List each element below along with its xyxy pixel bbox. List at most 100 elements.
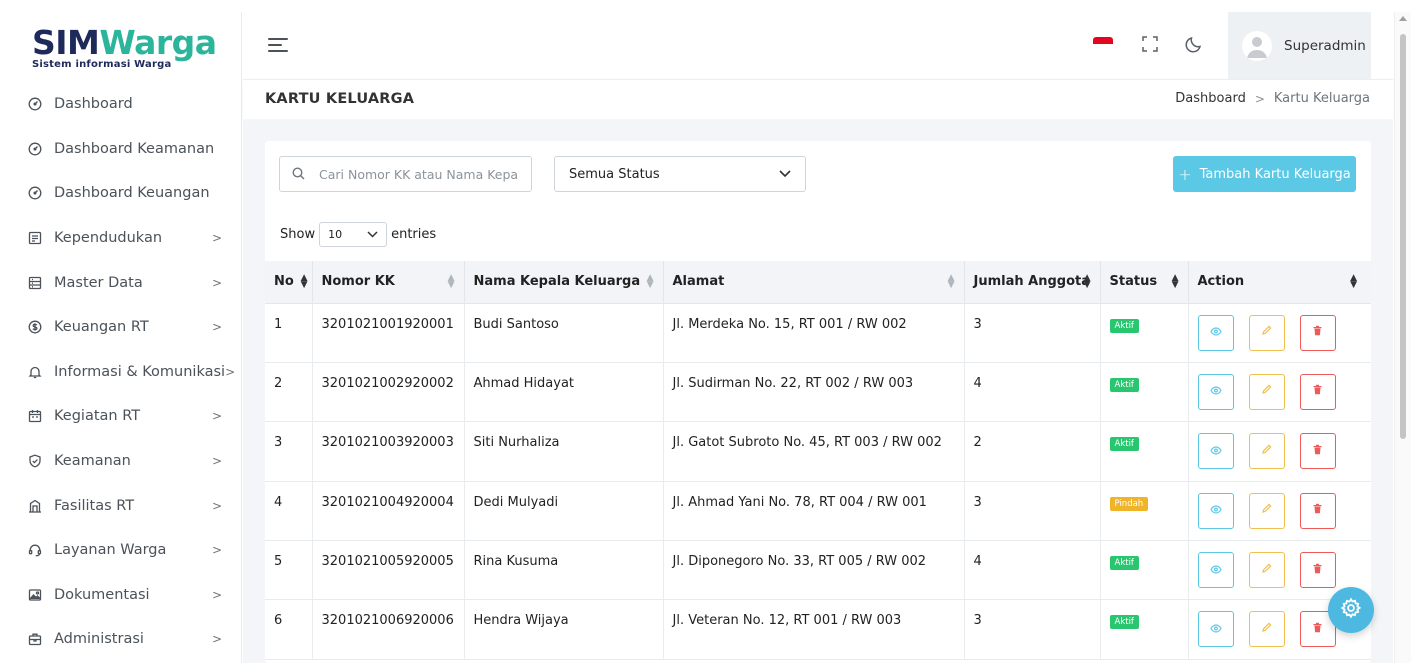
eye-icon [1209,384,1222,399]
status-badge: Aktif [1109,377,1139,392]
delete-button[interactable] [1299,314,1336,351]
cell-nama-kepala: Dedi Mulyadi [464,481,664,542]
col-header-action[interactable]: Action ▲ ▼ [1188,261,1371,304]
chevron-right-icon: > [211,409,222,424]
cell-jumlah-anggota: 4 [964,362,1101,423]
sidebar-item-kependudukan[interactable]: Kependudukan > [0,216,242,261]
chevron-down-icon [367,228,378,241]
page-scrollbar[interactable] [1394,12,1411,663]
chevron-right-icon: > [211,454,222,469]
sidebar-item-label: Keamanan [54,453,131,470]
app-logo[interactable]: SIMWarga Sistem informasi Warga [32,26,217,70]
delete-button[interactable] [1299,492,1336,529]
search-input[interactable] [319,166,519,182]
sidebar-item-dashboard-keamanan[interactable]: Dashboard Keamanan [0,127,242,172]
support-icon [28,543,42,557]
view-button[interactable] [1197,373,1234,410]
database-icon [28,276,42,290]
edit-button[interactable] [1248,492,1285,529]
sidebar-item-fasilitas-rt[interactable]: Fasilitas RT > [0,483,242,528]
sidebar-item-label: Fasilitas RT [54,497,135,514]
cell-nama-kepala: Rina Kusuma [464,540,664,601]
cell-nomor-kk: 3201021006920006 [312,599,465,660]
show-label: Show [280,227,316,242]
status-filter-select[interactable]: Semua Status [554,156,806,192]
logo-wordmark: SIMWarga [32,23,217,62]
sidebar-item-dashboard-keuangan[interactable]: Dashboard Keuangan [0,171,242,216]
scroll-up-arrow[interactable] [1399,16,1407,21]
delete-button[interactable] [1299,552,1336,589]
sidebar-item-keuangan-rt[interactable]: Keuangan RT > [0,305,242,350]
pencil-icon [1261,503,1272,518]
chevron-down-icon [779,167,791,182]
col-header-jumlah[interactable]: Jumlah Anggota ▲ ▼ [964,261,1101,304]
fullscreen-icon[interactable] [1140,34,1160,54]
view-button[interactable] [1197,611,1234,648]
add-family-card-button[interactable]: + Tambah Kartu Keluarga [1173,156,1356,192]
trash-icon [1312,622,1323,637]
view-button[interactable] [1197,492,1234,529]
language-flag-icon[interactable] [1093,37,1113,51]
edit-button[interactable] [1248,373,1285,410]
table-header-row: No ▲ ▼ Nomor KK ▲ ▼ Nama Kepala Keluarga ▲ ▼ A… [265,261,1371,304]
view-button[interactable] [1197,433,1234,470]
cell-alamat: Jl. Merdeka No. 15, RT 001 / RW 002 [663,303,965,363]
user-menu[interactable]: Superadmin [1228,12,1371,79]
sidebar-item-dashboard[interactable]: Dashboard [0,82,242,127]
sidebar-item-informasi-komunikasi[interactable]: Informasi & Komunikasi > [0,350,242,395]
cell-nama-kepala: Siti Nurhaliza [464,421,664,482]
table-row[interactable]: 3 3201021003920003 Siti Nurhaliza Jl. Gatot… [265,421,1371,482]
cell-status: Aktif [1100,362,1189,423]
cell-status: Pindah [1100,481,1189,542]
col-header-alamat[interactable]: Alamat ▲ ▼ [663,261,965,304]
menu-toggle-icon[interactable] [268,38,288,56]
delete-button[interactable] [1299,433,1336,470]
breadcrumb-home[interactable]: Dashboard [1175,91,1246,106]
pencil-icon [1261,384,1272,399]
cell-action [1188,481,1371,542]
edit-button[interactable] [1248,552,1285,589]
delete-button[interactable] [1299,373,1336,410]
search-box[interactable] [279,156,532,192]
table-row[interactable]: 1 3201021001920001 Budi Santoso Jl. Merdeka… [265,303,1371,363]
eye-icon [1209,444,1222,459]
sidebar-item-administrasi[interactable]: Administrasi > [0,617,242,662]
window-top-edge [0,0,1411,12]
table-row[interactable]: 4 3201021004920004 Dedi Mulyadi Jl. Ahmad Y… [265,481,1371,542]
col-header-no[interactable]: No ▲ ▼ [265,261,313,304]
col-header-nama[interactable]: Nama Kepala Keluarga ▲ ▼ [464,261,664,304]
page-length-select[interactable]: 10 [319,222,388,247]
sidebar-item-keamanan[interactable]: Keamanan > [0,439,242,484]
status-badge: Aktif [1109,615,1139,630]
eye-icon [1209,563,1222,578]
cell-nama-kepala: Ahmad Hidayat [464,362,664,423]
edit-button[interactable] [1248,433,1285,470]
view-button[interactable] [1197,314,1234,351]
sidebar-item-label: Dokumentasi [54,586,150,603]
table-row[interactable]: 5 3201021005920005 Rina Kusuma Jl. Diponego… [265,540,1371,601]
sidebar-item-layanan-warga[interactable]: Layanan Warga > [0,528,242,573]
edit-button[interactable] [1248,611,1285,648]
cell-status: Aktif [1100,599,1189,660]
settings-fab[interactable] [1328,587,1374,633]
sidebar-item-label: Kegiatan RT [54,408,141,425]
scrollbar-thumb[interactable] [1400,34,1406,439]
view-button[interactable] [1197,552,1234,589]
status-badge: Aktif [1109,318,1139,333]
sidebar-item-label: Keuangan RT [54,319,149,336]
dark-mode-icon[interactable] [1184,34,1204,54]
table-row[interactable]: 6 3201021006920006 Hendra Wijaya Jl. Vetera… [265,599,1371,660]
top-header: Superadmin [243,12,1393,80]
cell-jumlah-anggota: 4 [964,540,1101,601]
add-button-label: Tambah Kartu Keluarga [1199,166,1351,182]
trash-icon [1312,384,1323,399]
col-header-status[interactable]: Status ▲ ▼ [1100,261,1189,304]
sidebar-item-master-data[interactable]: Master Data > [0,260,242,305]
sidebar-item-kegiatan-rt[interactable]: Kegiatan RT > [0,394,242,439]
sidebar-item-dokumentasi[interactable]: Dokumentasi > [0,573,242,618]
cell-nomor-kk: 3201021001920001 [312,303,465,363]
table-row[interactable]: 2 3201021002920002 Ahmad Hidayat Jl. Sudirm… [265,362,1371,423]
edit-button[interactable] [1248,314,1285,351]
col-header-nomor-kk[interactable]: Nomor KK ▲ ▼ [312,261,465,304]
chevron-right-icon: > [211,320,222,335]
